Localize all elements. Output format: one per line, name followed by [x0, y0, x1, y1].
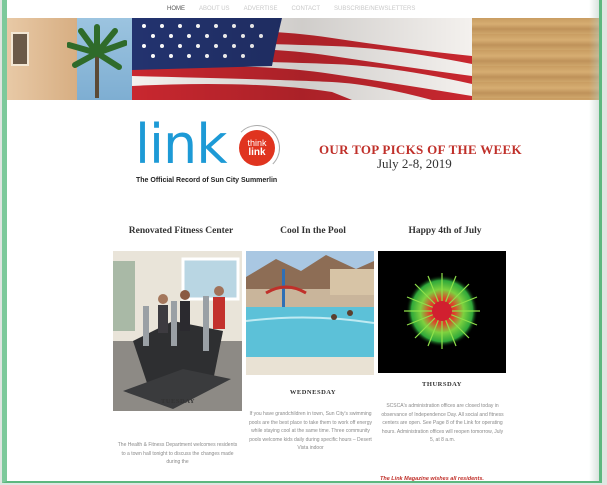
- wishes-note: The Link Magazine wishes all residents.: [380, 476, 484, 482]
- link-logo[interactable]: link: [135, 118, 228, 172]
- nav-item-advertise[interactable]: ADVERTISE: [244, 6, 278, 18]
- top-nav: HOME ABOUT US ADVERTISE CONTACT SUBSCRIB…: [167, 6, 415, 18]
- column-text-fitness: The Health & Fitness Department welcomes…: [117, 442, 238, 465]
- pool-scene: [246, 251, 374, 375]
- header-banner: [7, 18, 599, 100]
- feature-dates: July 2-8, 2019: [377, 156, 452, 171]
- nav-item-about[interactable]: ABOUT US: [199, 6, 230, 18]
- fireworks-photo[interactable]: [378, 251, 506, 373]
- nav-item-home[interactable]: HOME: [167, 6, 185, 18]
- day-label-thursday: THURSDAY: [422, 381, 462, 388]
- fitness-scene: [113, 251, 242, 411]
- column-title-fitness[interactable]: Renovated Fitness Center: [111, 226, 251, 236]
- tagline: The Official Record of Sun City Summerli…: [136, 177, 278, 184]
- badge-bottom-text: link: [248, 147, 266, 158]
- day-label-wednesday: WEDNESDAY: [289, 389, 337, 396]
- column-title-pool[interactable]: Cool In the Pool: [243, 226, 383, 236]
- pool-photo[interactable]: [246, 251, 374, 375]
- think-link-badge: think link: [239, 130, 275, 166]
- page-shadow: [589, 0, 599, 481]
- firework-burst: [404, 273, 480, 349]
- palm-tree-image: [67, 24, 127, 98]
- nav-item-contact[interactable]: CONTACT: [291, 6, 320, 18]
- nav-item-subscribe[interactable]: SUBSCRIBE/NEWSLETTERS: [334, 6, 415, 18]
- newsletter-page: HOME ABOUT US ADVERTISE CONTACT SUBSCRIB…: [2, 0, 602, 483]
- column-text-july4: SCSCA's administration offices are close…: [381, 403, 504, 443]
- day-label-tuesday: TUESDAY: [161, 398, 195, 405]
- fitness-center-photo[interactable]: [113, 251, 242, 411]
- column-text-pool: If you have grandchildren in town, Sun C…: [248, 411, 373, 451]
- american-flag-image: [132, 18, 472, 100]
- column-title-july4[interactable]: Happy 4th of July: [375, 226, 515, 236]
